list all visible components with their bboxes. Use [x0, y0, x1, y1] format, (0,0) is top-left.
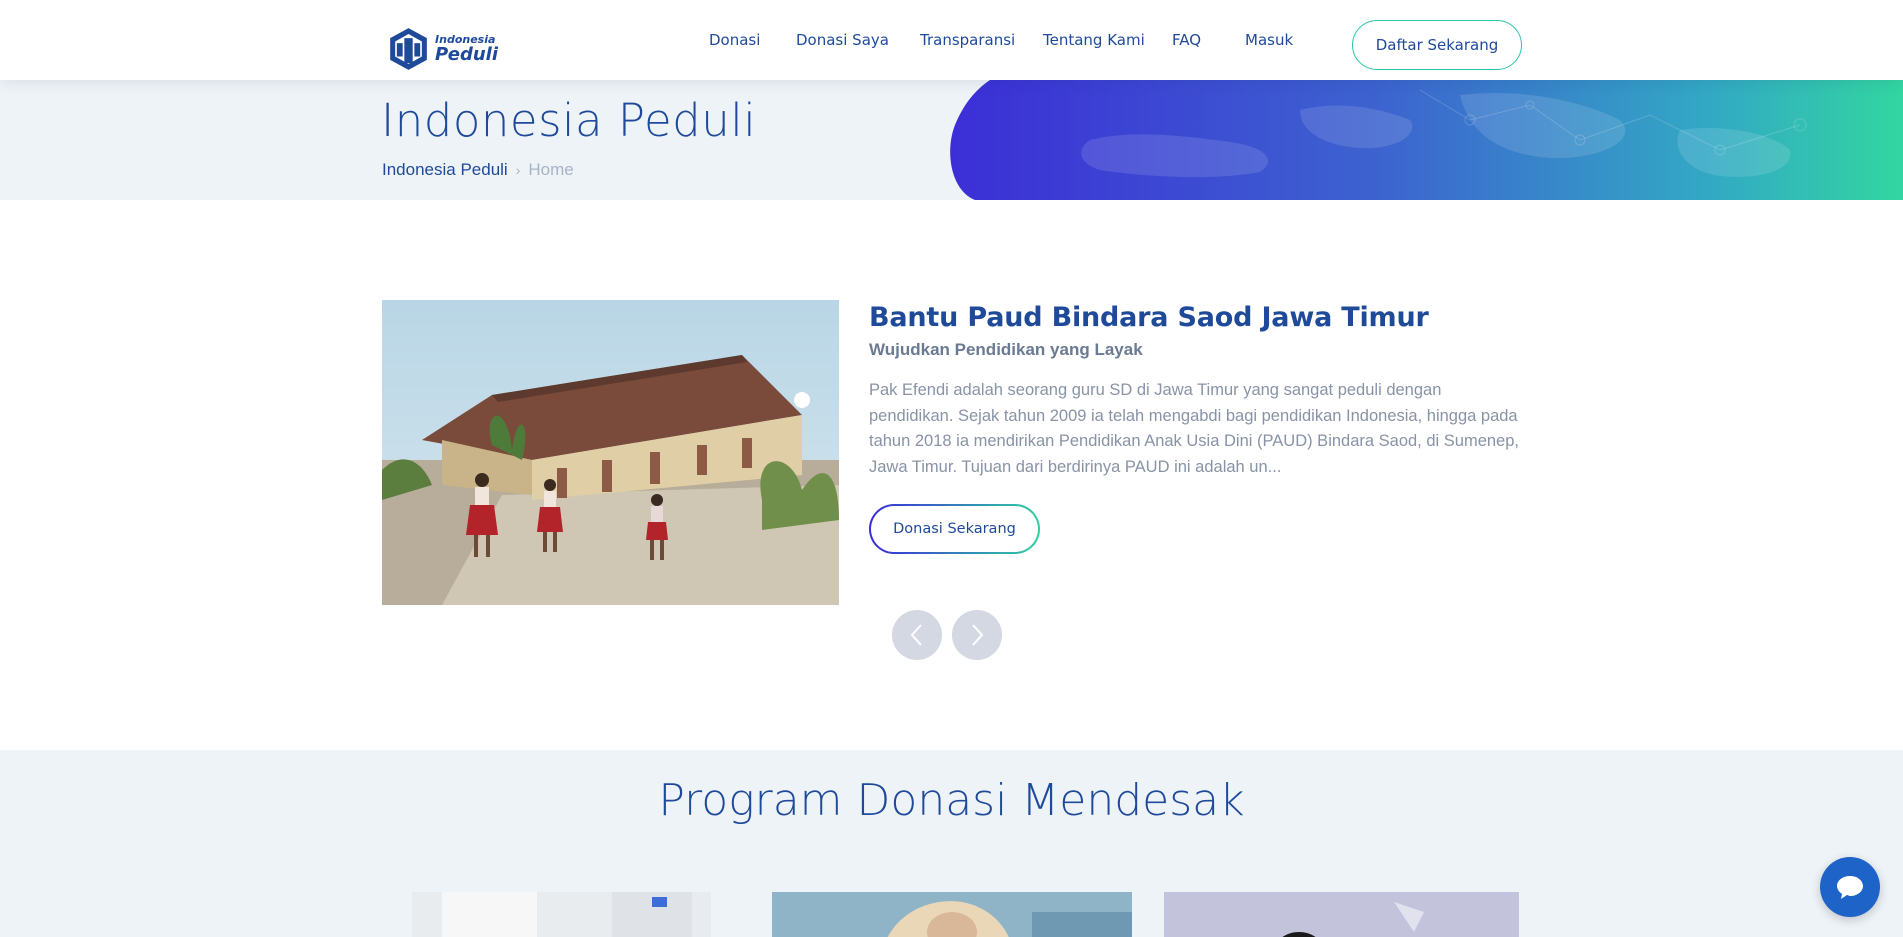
logo-mark-icon: [390, 28, 427, 70]
nav-item-donasi[interactable]: Donasi: [709, 31, 760, 49]
breadcrumb-link-home[interactable]: Indonesia Peduli: [382, 160, 508, 180]
program-card-image[interactable]: [1164, 892, 1519, 937]
program-card-image[interactable]: [412, 892, 711, 937]
breadcrumb-current: Home: [528, 160, 574, 179]
campaign-subtitle: Wujudkan Pendidikan yang Layak: [869, 340, 1143, 359]
campaign-title[interactable]: Bantu Paud Bindara Saod Jawa Timur: [869, 302, 1429, 333]
chevron-right-icon: [972, 624, 984, 646]
chat-bubble-icon: [1837, 876, 1863, 899]
breadcrumb: Indonesia Peduli › Home: [382, 160, 574, 180]
carousel-next-button[interactable]: [952, 610, 1002, 660]
breadcrumb-separator-icon: ›: [515, 162, 521, 178]
logo-wordmark: Indonesia Peduli: [435, 34, 498, 64]
campaign-description: Pak Efendi adalah seorang guru SD di Jaw…: [869, 381, 1519, 476]
campaign-photo: [382, 300, 839, 605]
chat-widget-button[interactable]: [1820, 857, 1880, 917]
page-title: Indonesia Peduli: [381, 94, 757, 147]
program-card-image[interactable]: [772, 892, 1132, 937]
program-card-photo: [412, 892, 711, 937]
urgent-programs-section: Program Donasi Mendesak: [0, 750, 1903, 937]
program-card-photo: [772, 892, 1132, 937]
chevron-left-icon: [910, 624, 922, 646]
campaign-image[interactable]: [382, 300, 839, 605]
page-hero: Indonesia Peduli Indonesia Peduli › Home: [0, 80, 1903, 200]
program-card-photo: [1164, 892, 1519, 937]
carousel-prev-button[interactable]: [892, 610, 942, 660]
nav-item-tentang-kami[interactable]: Tentang Kami: [1043, 31, 1145, 49]
nav-item-donasi-saya[interactable]: Donasi Saya: [796, 31, 889, 49]
nav-item-masuk[interactable]: Masuk: [1245, 31, 1293, 49]
nav-item-transparansi[interactable]: Transparansi: [920, 31, 1015, 49]
donate-now-button[interactable]: Donasi Sekarang: [869, 504, 1040, 554]
hero-decoration: [950, 80, 1903, 200]
logo[interactable]: Indonesia Peduli: [386, 22, 498, 76]
register-button[interactable]: Daftar Sekarang: [1352, 20, 1522, 70]
site-header: Indonesia Peduli Donasi Donasi Saya Tran…: [0, 0, 1903, 80]
section-title: Program Donasi Mendesak: [658, 775, 1245, 826]
logo-line2: Peduli: [435, 44, 498, 65]
nav-item-faq[interactable]: FAQ: [1172, 31, 1201, 49]
